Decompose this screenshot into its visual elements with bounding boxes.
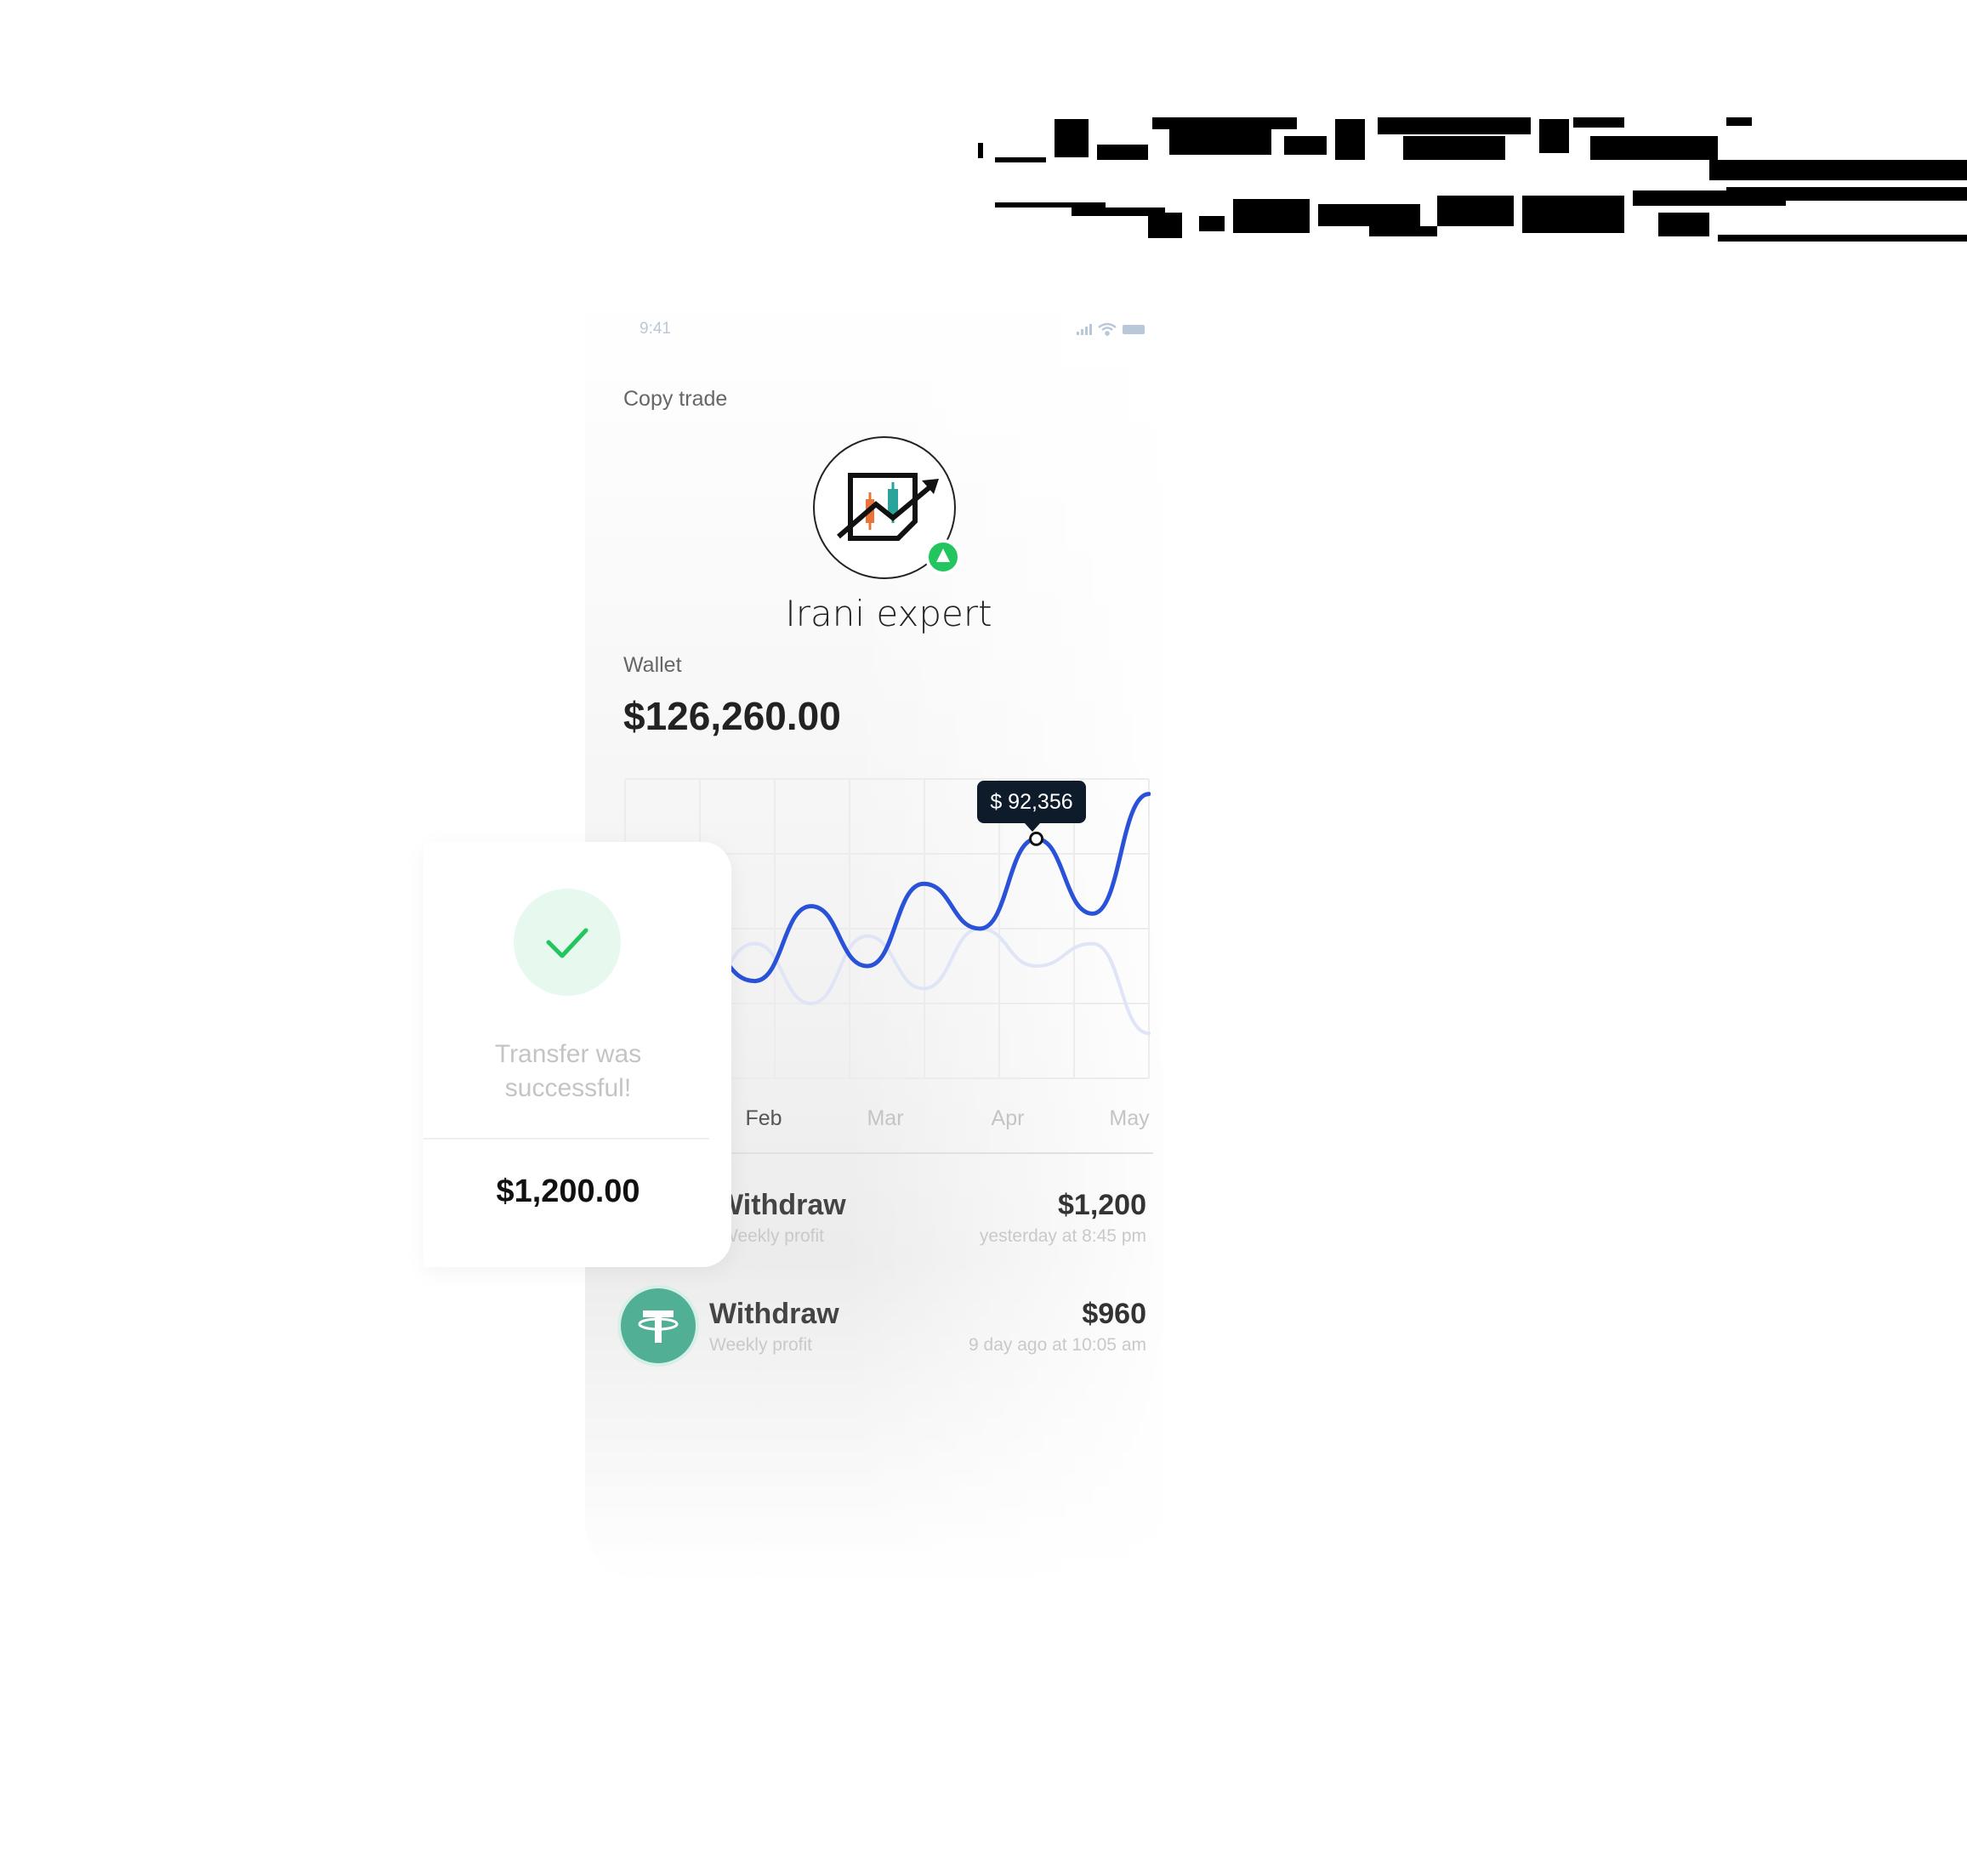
transfer-success-card: Transfer was successful! $1,200.00 <box>424 842 731 1267</box>
tx-1-subtitle: Weekly profit <box>721 1226 824 1246</box>
chart-tooltip: $ 92,356 <box>977 781 1086 832</box>
tx-1-amount: $1,200 <box>1058 1189 1146 1221</box>
transfer-message-line2: successful! <box>504 1074 632 1102</box>
expert-name: Irani expert <box>785 593 992 634</box>
x-tick-label: Apr <box>992 1106 1025 1129</box>
wallet-value: $126,260.00 <box>623 694 841 738</box>
checkmark-icon <box>546 928 588 958</box>
battery-icon <box>1123 325 1145 334</box>
wallet-label: Wallet <box>623 653 682 677</box>
transfer-amount: $1,200.00 <box>496 1174 640 1209</box>
status-time: 9:41 <box>640 320 671 338</box>
x-tick-label: Feb <box>745 1106 782 1129</box>
card-divider <box>424 1138 709 1140</box>
transfer-message: Transfer was successful! <box>441 1037 696 1106</box>
online-badge-icon <box>925 539 961 575</box>
x-tick-label: May <box>1109 1106 1150 1129</box>
transfer-message-line1: Transfer was <box>494 1040 642 1068</box>
tx-2-title[interactable]: Withdraw <box>709 1298 839 1331</box>
signal-icon <box>1077 324 1092 335</box>
screen-title: Copy trade <box>623 387 728 411</box>
glitched-header-artwork <box>978 111 1967 255</box>
tx-2-date: 9 day ago at 10:05 am <box>969 1335 1146 1355</box>
wifi-icon <box>1098 322 1117 336</box>
list-divider <box>697 1152 1153 1154</box>
tx-1-title[interactable]: Withdraw <box>716 1189 846 1222</box>
status-icons <box>1073 321 1150 341</box>
success-indicator <box>514 889 621 996</box>
x-tick-label: Mar <box>867 1106 903 1129</box>
highlight-point <box>1029 831 1044 846</box>
tx-2-amount: $960 <box>1082 1298 1146 1330</box>
tx-1-date: yesterday at 8:45 pm <box>979 1226 1146 1246</box>
tether-icon <box>621 1288 696 1363</box>
tx-2-subtitle: Weekly profit <box>709 1335 812 1355</box>
